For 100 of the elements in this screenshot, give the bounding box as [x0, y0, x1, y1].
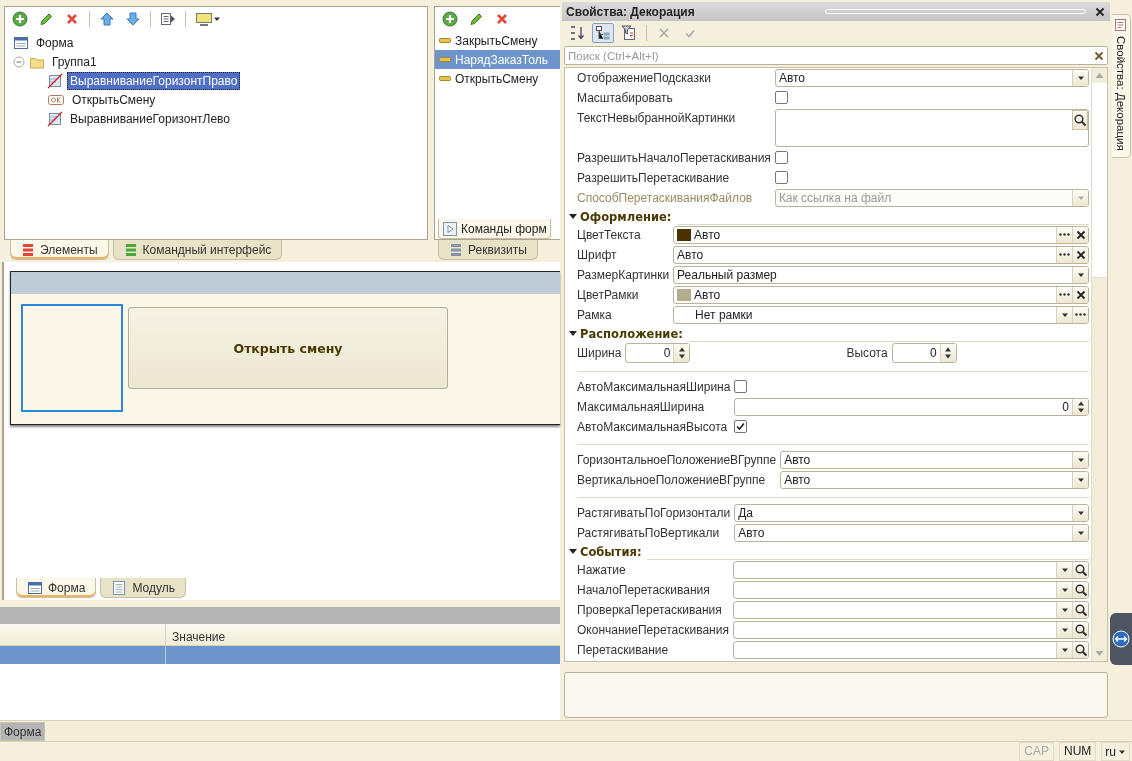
clear-button[interactable]: [1072, 246, 1088, 263]
more-button[interactable]: [1056, 226, 1072, 243]
section-heading: События:: [580, 544, 642, 559]
property-label: Ширина: [577, 344, 622, 362]
open-shift-button[interactable]: Открыть смену: [128, 307, 448, 389]
dropdown-field[interactable]: Реальный размер: [673, 265, 1089, 284]
color-field[interactable]: Авто: [673, 225, 1089, 244]
event-handler-field[interactable]: [732, 620, 1089, 639]
dropdown-button[interactable]: [1056, 621, 1072, 638]
crossed-picture-icon: [47, 110, 63, 127]
dropdown-button[interactable]: [1072, 504, 1088, 521]
attribute-item[interactable]: ОткрытьСмену: [435, 69, 560, 88]
pencil-icon: [38, 11, 54, 27]
tab[interactable]: Команды форм: [438, 219, 551, 239]
property-label: АвтоМаксимальнаяВысота: [577, 418, 729, 436]
search-button[interactable]: [1072, 109, 1088, 130]
tab[interactable]: Модуль: [100, 578, 186, 598]
number-field[interactable]: 0: [625, 342, 691, 363]
add-button[interactable]: [9, 9, 31, 29]
number-field[interactable]: 0: [891, 342, 957, 363]
search-icon: [1073, 582, 1088, 597]
spin-button[interactable]: [1072, 398, 1088, 415]
dropdown-button[interactable]: [1056, 561, 1072, 578]
keyboard-indicator: CAP: [1019, 742, 1054, 761]
text-field[interactable]: [774, 108, 1089, 147]
tab[interactable]: Командный интерфейс: [112, 240, 283, 260]
dropdown-button[interactable]: [1072, 266, 1088, 283]
dropdown-field[interactable]: Авто: [774, 68, 1089, 87]
search-button[interactable]: [1072, 561, 1088, 578]
add-button[interactable]: [439, 9, 461, 29]
clear-icon: [1074, 288, 1087, 301]
spin-button[interactable]: [939, 343, 956, 362]
tab[interactable]: Форма: [16, 578, 97, 598]
tree-item[interactable]: Форма: [33, 33, 77, 52]
dropdown-field[interactable]: Нет рамки: [673, 305, 1089, 324]
add-icon: [442, 11, 458, 27]
more-button[interactable]: [1056, 286, 1072, 303]
search-button[interactable]: [1072, 601, 1088, 618]
dropdown-button[interactable]: [1072, 69, 1088, 86]
search-button[interactable]: [1072, 641, 1088, 658]
search-button[interactable]: [1072, 581, 1088, 598]
dropdown-button[interactable]: [1056, 641, 1072, 658]
tab-icon: [111, 579, 128, 596]
checkbox[interactable]: [774, 90, 788, 104]
attribute-icon: [439, 57, 451, 62]
search-field[interactable]: Поиск (Ctrl+Alt+I): [565, 49, 1091, 62]
language-selector[interactable]: ru: [1101, 742, 1130, 761]
search-box[interactable]: Поиск (Ctrl+Alt+I): [564, 46, 1108, 65]
clear-button[interactable]: [1072, 286, 1088, 303]
picture-decoration[interactable]: [21, 304, 123, 412]
tree-item[interactable]: ВыравниваниеГоризонтПраво: [67, 71, 241, 90]
tab[interactable]: Реквизиты: [438, 240, 538, 260]
dropdown-button[interactable]: [1056, 581, 1072, 598]
dropdown-button[interactable]: [1056, 306, 1072, 323]
taskbar-button[interactable]: Форма: [0, 721, 46, 741]
property-label: ОтображениеПодсказки: [577, 69, 712, 87]
categories-button[interactable]: [592, 22, 614, 43]
clear-icon: [1074, 228, 1087, 241]
remote-widget[interactable]: [1110, 613, 1132, 665]
clear-button[interactable]: [1072, 226, 1088, 243]
dropdown-button[interactable]: [1072, 524, 1088, 541]
more-button[interactable]: [1072, 306, 1088, 323]
number-field[interactable]: 0: [734, 397, 1089, 416]
dropdown-button[interactable]: [1056, 601, 1072, 618]
event-handler-field[interactable]: [732, 580, 1089, 599]
form-icon: [13, 34, 29, 51]
property-label: РазрешитьНачалоПеретаскивания: [577, 149, 771, 167]
dropdown-button[interactable]: [1072, 471, 1088, 488]
tree-item[interactable]: Группа1: [49, 52, 100, 71]
search-button[interactable]: [1072, 621, 1088, 638]
panel-title: Свойства: Декорация: [566, 4, 696, 19]
dropdown-field[interactable]: Да: [734, 503, 1089, 522]
filter-list-icon: [621, 24, 637, 41]
event-handler-field[interactable]: [732, 600, 1089, 619]
spin-button[interactable]: [673, 343, 690, 362]
side-tab[interactable]: Свойства: Декорация: [1111, 14, 1131, 158]
more-button[interactable]: [1056, 246, 1072, 263]
tab[interactable]: Элементы: [10, 240, 109, 260]
tree-item[interactable]: ОткрытьСмену: [69, 90, 159, 109]
checkbox[interactable]: [734, 419, 748, 433]
property-label: Нажатие: [577, 561, 627, 579]
dropdown-field[interactable]: Авто: [780, 470, 1089, 489]
tree-item[interactable]: ВыравниваниеГоризонтЛево: [67, 109, 233, 128]
checkbox[interactable]: [774, 150, 788, 164]
event-handler-field[interactable]: [732, 640, 1089, 659]
color-field[interactable]: Авто: [673, 285, 1089, 304]
dropdown-field[interactable]: Авто: [780, 450, 1089, 469]
checkbox[interactable]: [734, 379, 748, 393]
event-handler-field[interactable]: [732, 560, 1089, 579]
tab-icon: [123, 242, 138, 257]
close-icon[interactable]: [1094, 5, 1106, 18]
checkbox[interactable]: [774, 170, 788, 184]
dropdown-field[interactable]: Авто: [734, 523, 1089, 542]
dropdown-button[interactable]: [1072, 451, 1088, 468]
tree-list-icon: [595, 24, 611, 41]
search-icon: [1073, 562, 1088, 577]
font-field[interactable]: Авто: [673, 245, 1089, 264]
attribute-item[interactable]: ЗакрытьСмену: [435, 31, 560, 50]
property-label: ЦветРамки: [577, 286, 640, 304]
property-label: ГоризонтальноеПоложениеВГруппе: [577, 451, 777, 469]
